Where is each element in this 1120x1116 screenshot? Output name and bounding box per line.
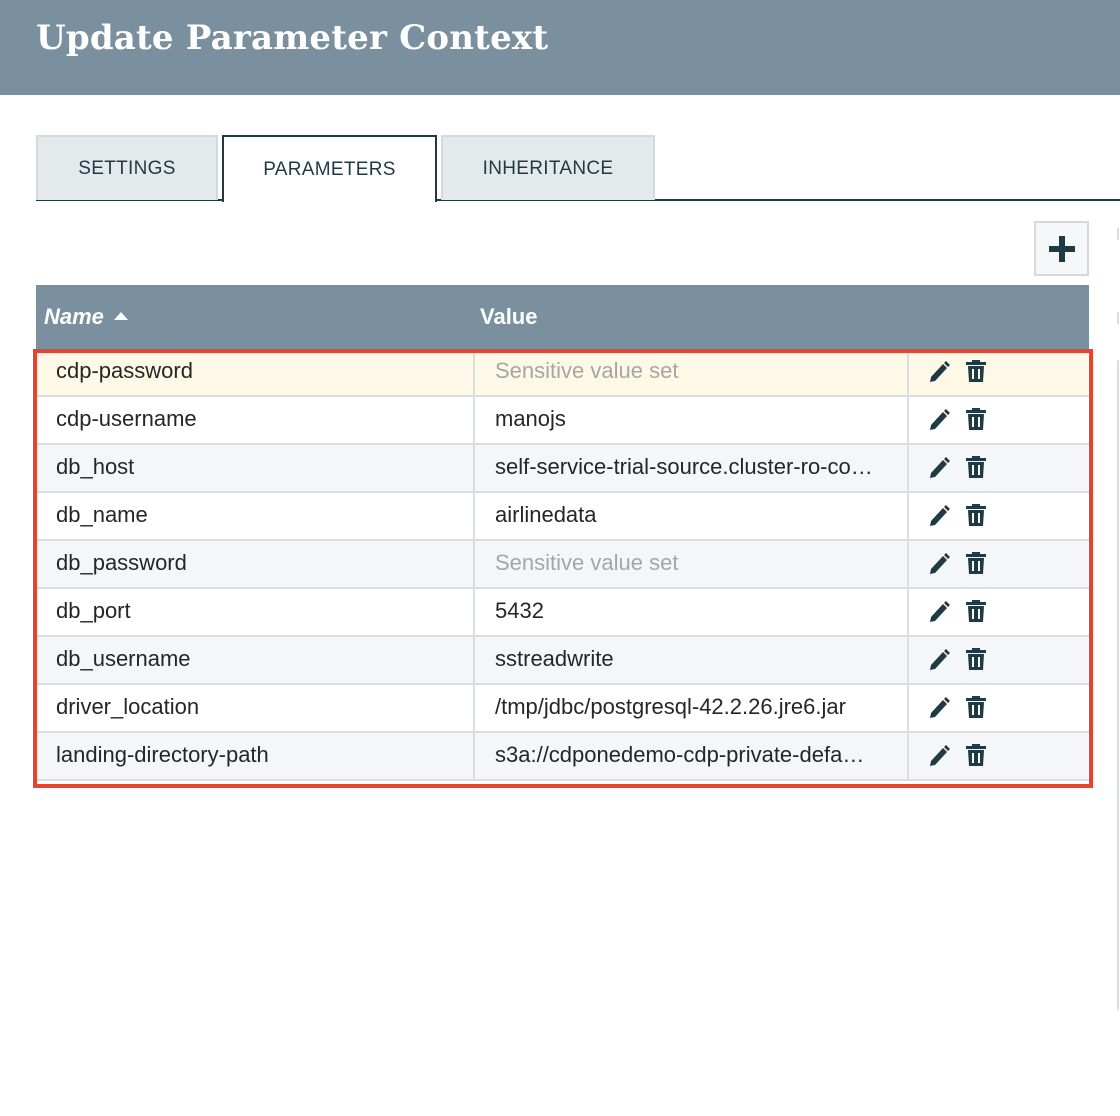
parameter-value: 5432: [473, 589, 909, 635]
parameter-table-body: cdp-password Sensitive value set cdp-use…: [36, 349, 1089, 781]
parameter-value: airlinedata: [473, 493, 909, 539]
tab-inheritance[interactable]: INHERITANCE: [441, 135, 655, 200]
row-actions: [929, 599, 987, 623]
table-row[interactable]: db_port 5432: [36, 589, 1089, 637]
plus-icon: [1048, 245, 1075, 252]
column-header-name[interactable]: Name: [44, 304, 128, 330]
row-actions: [929, 695, 987, 719]
column-header-name-label: Name: [44, 304, 104, 329]
table-row[interactable]: db_name airlinedata: [36, 493, 1089, 541]
dialog-header: Update Parameter Context: [0, 0, 1120, 95]
pencil-icon[interactable]: [929, 455, 951, 479]
parameter-value: self-service-trial-source.cluster-ro-co…: [473, 445, 909, 491]
dialog-title: Update Parameter Context: [36, 18, 549, 58]
parameter-name: db_name: [56, 502, 148, 527]
row-actions: [929, 647, 987, 671]
pencil-icon[interactable]: [929, 695, 951, 719]
trash-icon[interactable]: [965, 695, 987, 719]
table-header: Name Value: [36, 285, 1089, 349]
trash-icon[interactable]: [965, 647, 987, 671]
tab-parameters[interactable]: PARAMETERS: [222, 135, 437, 202]
parameter-value: s3a://cdponedemo-cdp-private-defa…: [473, 733, 909, 779]
parameter-value: Sensitive value set: [473, 541, 909, 587]
parameter-name: cdp-password: [56, 358, 193, 383]
pencil-icon[interactable]: [929, 743, 951, 767]
side-divider: [1117, 228, 1119, 240]
parameter-value: Sensitive value set: [473, 349, 909, 395]
side-divider: [1117, 360, 1119, 1010]
sort-ascending-icon: [113, 312, 128, 321]
row-actions: [929, 359, 987, 383]
pencil-icon[interactable]: [929, 407, 951, 431]
trash-icon[interactable]: [965, 551, 987, 575]
parameter-value: manojs: [473, 397, 909, 443]
parameter-value: sstreadwrite: [473, 637, 909, 683]
row-actions: [929, 743, 987, 767]
trash-icon[interactable]: [965, 503, 987, 527]
parameter-value: /tmp/jdbc/postgresql-42.2.26.jre6.jar: [473, 685, 909, 731]
pencil-icon[interactable]: [929, 599, 951, 623]
trash-icon[interactable]: [965, 743, 987, 767]
parameter-name: db_password: [56, 550, 187, 575]
parameter-name: db_host: [56, 454, 135, 479]
parameter-name: driver_location: [56, 694, 200, 719]
pencil-icon[interactable]: [929, 359, 951, 383]
row-actions: [929, 503, 987, 527]
table-row[interactable]: landing-directory-path s3a://cdponedemo-…: [36, 733, 1089, 781]
side-divider: [1117, 312, 1119, 324]
column-header-value[interactable]: Value: [480, 304, 537, 330]
row-actions: [929, 407, 987, 431]
parameter-name: landing-directory-path: [56, 742, 269, 767]
table-row[interactable]: db_username sstreadwrite: [36, 637, 1089, 685]
table-row[interactable]: db_host self-service-trial-source.cluste…: [36, 445, 1089, 493]
trash-icon[interactable]: [965, 407, 987, 431]
parameter-name: db_username: [56, 646, 191, 671]
tab-settings[interactable]: SETTINGS: [36, 135, 218, 200]
parameter-name: db_port: [56, 598, 131, 623]
table-row[interactable]: driver_location /tmp/jdbc/postgresql-42.…: [36, 685, 1089, 733]
pencil-icon[interactable]: [929, 503, 951, 527]
trash-icon[interactable]: [965, 455, 987, 479]
parameter-name: cdp-username: [56, 406, 197, 431]
pencil-icon[interactable]: [929, 551, 951, 575]
table-row[interactable]: db_password Sensitive value set: [36, 541, 1089, 589]
pencil-icon[interactable]: [929, 647, 951, 671]
trash-icon[interactable]: [965, 599, 987, 623]
table-row[interactable]: cdp-username manojs: [36, 397, 1089, 445]
row-actions: [929, 551, 987, 575]
table-row[interactable]: cdp-password Sensitive value set: [36, 349, 1089, 397]
add-parameter-button[interactable]: [1034, 221, 1089, 276]
trash-icon[interactable]: [965, 359, 987, 383]
row-actions: [929, 455, 987, 479]
